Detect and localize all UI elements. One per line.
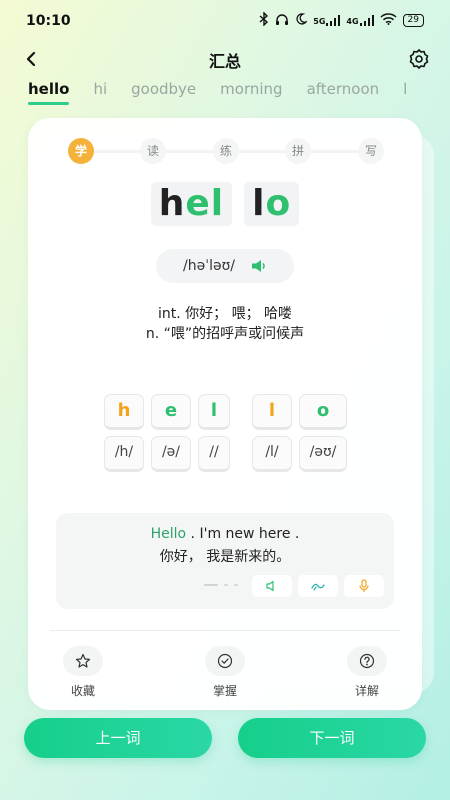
phoneme-tile[interactable]: /əʊ/ bbox=[299, 436, 347, 472]
definitions: int. 你好； 喂； 哈喽 n. “喂”的招呼声或问候声 bbox=[28, 304, 422, 344]
word-tab-next[interactable]: l bbox=[403, 80, 407, 106]
details-circle bbox=[347, 646, 387, 676]
word-tab-hello[interactable]: hello bbox=[28, 80, 70, 106]
word-card: 学 读 练 拼 写 hel lo /həˈləʊ/ int. 你好； 喂； 哈喽… bbox=[28, 118, 422, 710]
microphone-icon bbox=[359, 579, 369, 592]
question-circle-icon bbox=[359, 653, 375, 669]
previous-word-button[interactable]: 上一词 bbox=[24, 718, 212, 758]
step-learn[interactable]: 学 bbox=[68, 138, 94, 164]
definition-line: n. “喂”的招呼声或问候声 bbox=[145, 326, 305, 342]
letter-tile[interactable]: h bbox=[104, 394, 144, 430]
record-button[interactable] bbox=[344, 575, 384, 597]
compare-recording-button[interactable] bbox=[298, 575, 338, 597]
divider bbox=[50, 630, 400, 631]
example-sentence-rest: . I'm new here . bbox=[186, 526, 300, 542]
syllable-part-highlight: o bbox=[265, 183, 292, 224]
step-practice[interactable]: 练 bbox=[213, 138, 239, 164]
example-translation: 你好， 我是新来的。 bbox=[159, 549, 291, 565]
example-highlight-word: Hello bbox=[150, 526, 187, 542]
word-tab-afternoon[interactable]: afternoon bbox=[307, 80, 380, 106]
definition-line: int. 你好； 喂； 哈喽 bbox=[157, 306, 293, 322]
letter-tile[interactable]: e bbox=[151, 394, 191, 430]
next-word-button[interactable]: 下一词 bbox=[238, 718, 426, 758]
favorite-circle bbox=[63, 646, 103, 676]
step-progress: 学 读 练 拼 写 bbox=[68, 138, 384, 164]
play-example-button[interactable] bbox=[252, 575, 292, 597]
master-circle bbox=[205, 646, 245, 676]
letter-tile[interactable]: l bbox=[198, 394, 230, 430]
phoneme-tile[interactable]: /h/ bbox=[104, 436, 144, 472]
status-bar: 10:10 5G 4G 29 bbox=[0, 0, 450, 44]
word-tabs: hello hi goodbye morning afternoon l bbox=[28, 80, 450, 106]
favorite-button[interactable]: 收藏 bbox=[53, 646, 113, 699]
syllable-chunk: hel bbox=[150, 182, 233, 226]
phonics-tiles: h e l l o /h/ /ə/ // /l/ /əʊ/ bbox=[104, 394, 348, 474]
phoneme-tile[interactable]: /l/ bbox=[252, 436, 292, 472]
battery-icon: 29 bbox=[402, 14, 424, 27]
favorite-label: 收藏 bbox=[70, 684, 95, 698]
master-label: 掌握 bbox=[212, 684, 237, 698]
phoneme-tile[interactable]: // bbox=[198, 436, 230, 472]
step-read[interactable]: 读 bbox=[140, 138, 166, 164]
syllable-part: l bbox=[252, 183, 266, 224]
word-tab-hi[interactable]: hi bbox=[93, 80, 107, 106]
phonetic-pronounce-button[interactable]: /həˈləʊ/ bbox=[156, 249, 294, 283]
star-icon bbox=[75, 653, 91, 668]
page-title: 汇总 bbox=[208, 52, 241, 71]
recording-progress-dots bbox=[204, 584, 238, 586]
signal-5g-icon: 5G bbox=[313, 15, 341, 26]
speaker-icon bbox=[251, 260, 265, 272]
gear-icon bbox=[409, 49, 429, 69]
syllable-part-highlight: el bbox=[185, 183, 225, 224]
details-label: 详解 bbox=[354, 684, 379, 698]
syllable-part: h bbox=[158, 183, 186, 224]
step-spell[interactable]: 拼 bbox=[285, 138, 311, 164]
details-button[interactable]: 详解 bbox=[337, 646, 397, 699]
check-circle-icon bbox=[217, 653, 233, 669]
headphone-icon bbox=[275, 13, 289, 29]
syllable-chunk: lo bbox=[244, 182, 300, 226]
letter-tile[interactable]: l bbox=[252, 394, 292, 430]
signal-4g-icon: 4G bbox=[346, 15, 374, 26]
example-sentence: Hello . I'm new here . bbox=[56, 526, 394, 542]
example-sentence-box: Hello . I'm new here . 你好， 我是新来的。 bbox=[56, 513, 394, 609]
word-tab-morning[interactable]: morning bbox=[220, 80, 282, 106]
word-tab-goodbye[interactable]: goodbye bbox=[131, 80, 196, 106]
moon-icon bbox=[295, 13, 309, 28]
waveform-icon bbox=[311, 583, 325, 591]
status-time: 10:10 bbox=[26, 13, 71, 29]
speaker-icon bbox=[266, 580, 274, 592]
word-display: hel lo bbox=[28, 182, 422, 226]
wifi-icon bbox=[380, 13, 397, 28]
status-icons: 5G 4G 29 bbox=[259, 11, 424, 29]
bluetooth-icon bbox=[259, 11, 269, 29]
nav-bar: 汇总 bbox=[0, 44, 450, 76]
letter-tile[interactable]: o bbox=[299, 394, 347, 430]
phonetic-text: /həˈləʊ/ bbox=[183, 258, 235, 274]
phoneme-tile[interactable]: /ə/ bbox=[151, 436, 191, 472]
step-write[interactable]: 写 bbox=[358, 138, 384, 164]
master-button[interactable]: 掌握 bbox=[195, 646, 255, 699]
settings-button[interactable] bbox=[408, 48, 430, 70]
